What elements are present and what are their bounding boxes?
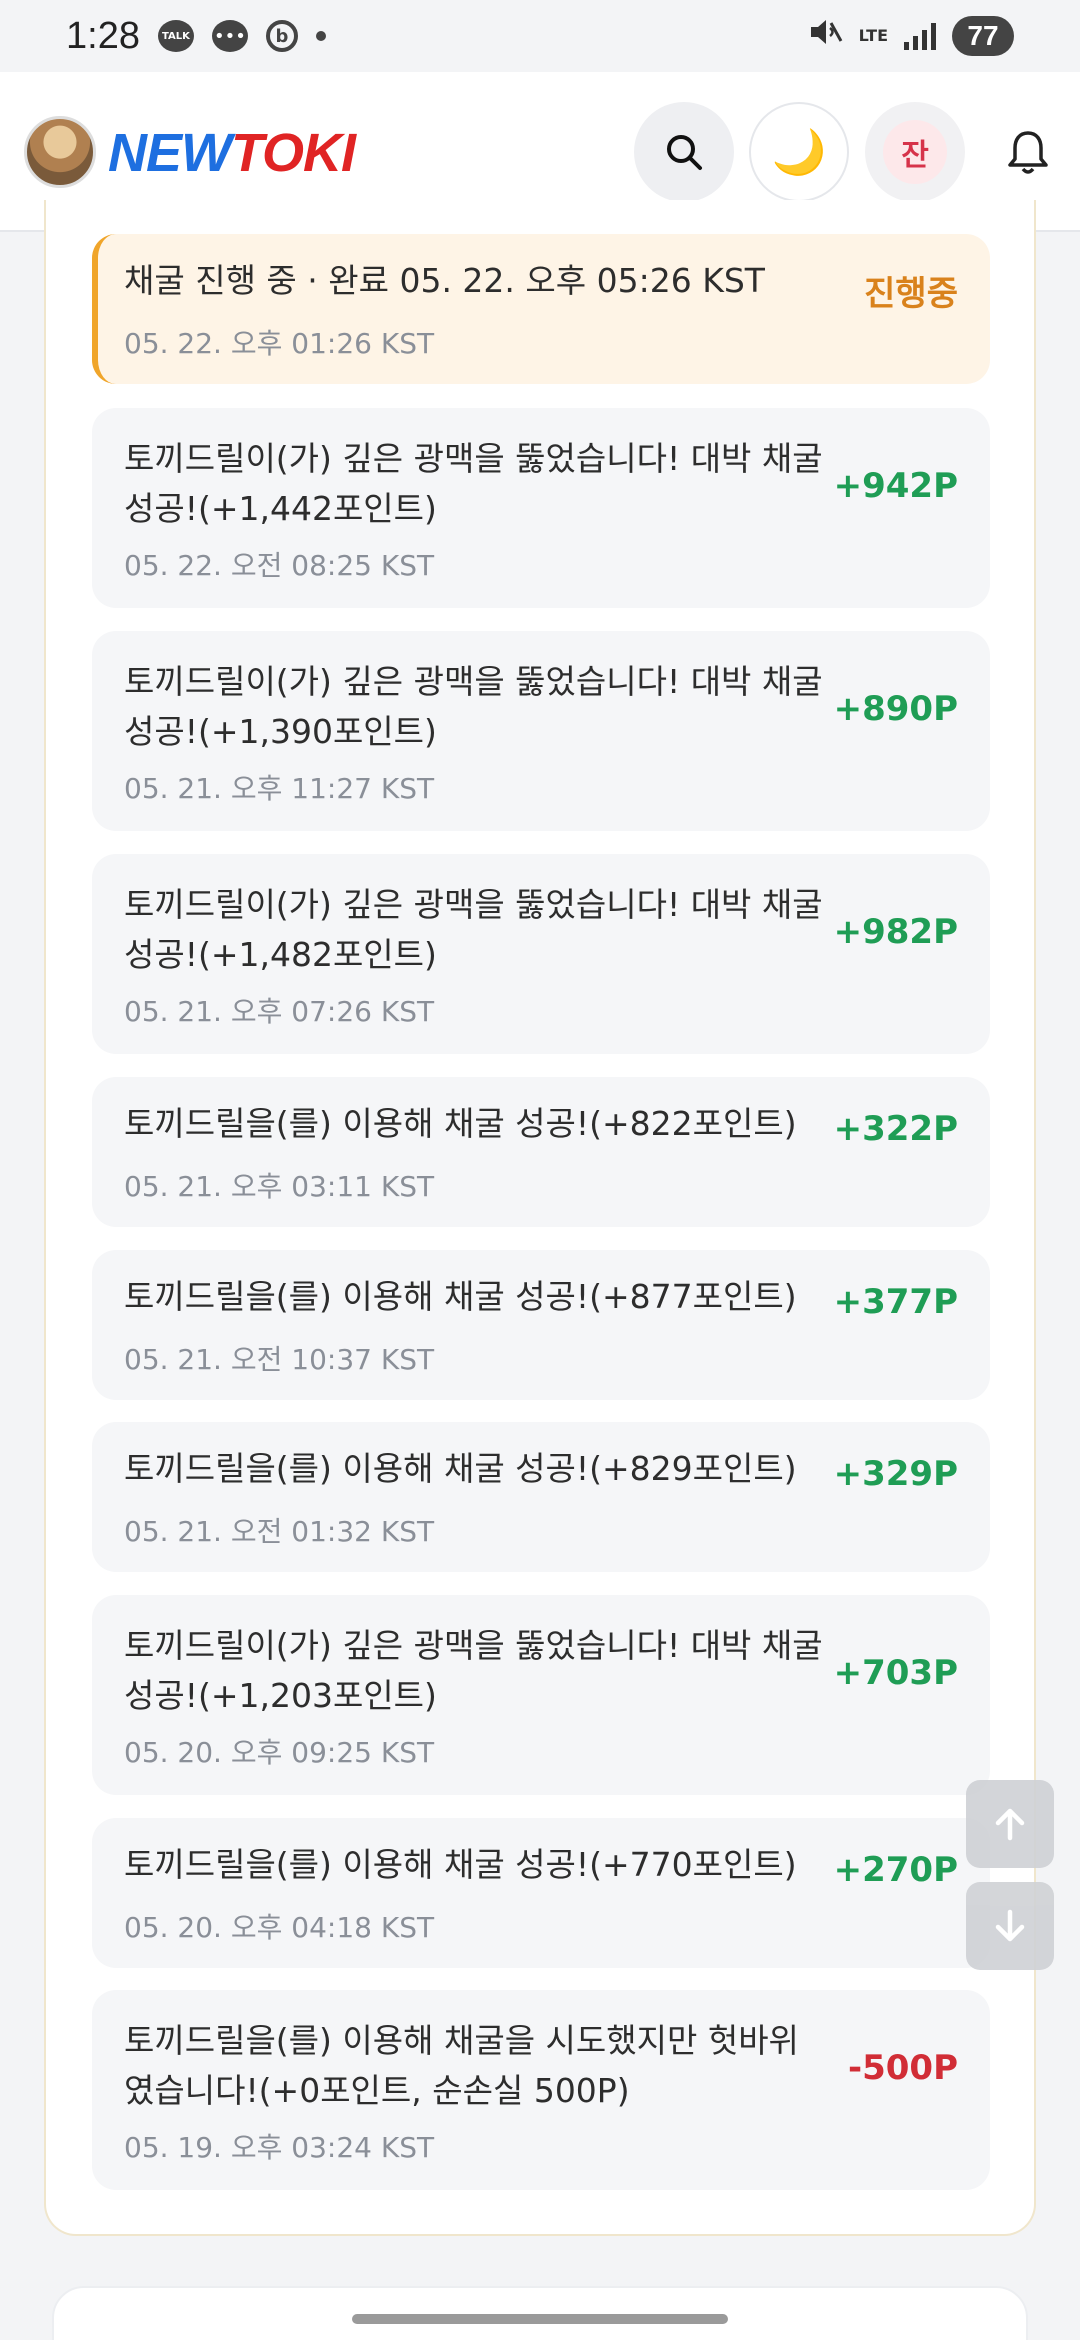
mute-icon: [809, 17, 843, 55]
status-time: 1:28: [66, 14, 140, 57]
search-button[interactable]: [634, 102, 734, 202]
mining-history-item: 토끼드릴을(를) 이용해 채굴 성공!(+770포인트) 05. 20. 오후 0…: [92, 1818, 990, 1968]
mining-history-item: 토끼드릴이(가) 깊은 광맥을 뚫었습니다! 대박 채굴 성공!(+1,442포…: [92, 408, 990, 608]
mining-history-item: 토끼드릴이(가) 깊은 광맥을 뚫었습니다! 대박 채굴 성공!(+1,482포…: [92, 854, 990, 1054]
band-icon: b: [265, 20, 298, 52]
point-amount: +322P: [833, 1109, 958, 1149]
history-item-title: 토끼드릴을(를) 이용해 채굴 성공!(+822포인트): [124, 1104, 797, 1143]
history-item-title: 토끼드릴을(를) 이용해 채굴 성공!(+770포인트): [124, 1845, 797, 1884]
point-amount: +329P: [833, 1454, 958, 1494]
arrow-down-icon: [995, 1909, 1025, 1942]
scroll-bottom-button[interactable]: [966, 1882, 1054, 1970]
history-item-date: 05. 21. 오전 01:32 KST: [124, 1515, 435, 1548]
point-amount: +890P: [833, 689, 958, 729]
balance-label: 잔: [883, 120, 947, 184]
signal-icon: [904, 22, 936, 50]
arrow-up-icon: [995, 1808, 1025, 1841]
history-item-title: 채굴 진행 중 · 완료 05. 22. 오후 05:26 KST: [124, 261, 765, 300]
network-type: LTE: [858, 26, 888, 45]
history-item-title: 토끼드릴을(를) 이용해 채굴 성공!(+877포인트): [124, 1277, 797, 1316]
point-amount: +982P: [833, 912, 958, 952]
kakaotalk-icon: TALK: [157, 20, 194, 52]
scroll-top-button[interactable]: [966, 1780, 1054, 1868]
logo-toki: TOKI: [230, 123, 356, 183]
notification-button[interactable]: [978, 102, 1078, 202]
logo-avatar-icon[interactable]: [24, 116, 96, 188]
history-item-date: 05. 22. 오전 08:25 KST: [124, 549, 435, 582]
mining-history-card: 채굴 진행 중 · 완료 05. 22. 오후 05:26 KST 05. 22.…: [44, 200, 1036, 2236]
history-item-title: 토끼드릴이(가) 깊은 광맥을 뚫었습니다! 대박 채굴 성공!(+1,203포…: [124, 1626, 823, 1715]
history-item-title: 토끼드릴이(가) 깊은 광맥을 뚫었습니다! 대박 채굴 성공!(+1,442포…: [124, 439, 823, 528]
dark-mode-toggle[interactable]: 🌙: [749, 102, 849, 202]
bell-icon: [1008, 131, 1048, 174]
logo-new: NEW: [108, 123, 232, 183]
mining-history-item: 토끼드릴을(를) 이용해 채굴 성공!(+829포인트) 05. 21. 오전 0…: [92, 1422, 990, 1572]
history-item-date: 05. 21. 오후 07:26 KST: [124, 995, 435, 1028]
history-item-date: 05. 21. 오후 03:11 KST: [124, 1170, 435, 1203]
status-left: 1:28 TALK ••• b: [66, 15, 326, 58]
history-item-date: 05. 22. 오후 01:26 KST: [124, 327, 435, 360]
history-item-date: 05. 19. 오후 03:24 KST: [124, 2131, 435, 2164]
point-amount: +703P: [833, 1653, 958, 1693]
battery-level: 77: [952, 16, 1014, 56]
balance-button[interactable]: 잔: [865, 102, 965, 202]
mining-progress-item: 채굴 진행 중 · 완료 05. 22. 오후 05:26 KST 05. 22.…: [92, 234, 990, 384]
gesture-nav-bar[interactable]: [352, 2314, 728, 2324]
status-bar: 1:28 TALK ••• b LTE 77: [0, 0, 1080, 72]
point-amount: +270P: [833, 1850, 958, 1890]
history-item-date: 05. 20. 오후 04:18 KST: [124, 1911, 435, 1944]
status-right: LTE 77: [809, 16, 1014, 56]
site-logo[interactable]: NEWTOKI: [108, 122, 356, 184]
point-amount: +942P: [833, 466, 958, 506]
search-icon: [667, 135, 702, 170]
point-amount: +377P: [833, 1282, 958, 1322]
history-item-title: 토끼드릴을(를) 이용해 채굴을 시도했지만 헛바위였습니다!(+0포인트, 순…: [124, 2021, 799, 2110]
history-item-date: 05. 21. 오후 11:27 KST: [124, 772, 435, 805]
mining-history-item: 토끼드릴을(를) 이용해 채굴 성공!(+877포인트) 05. 21. 오전 1…: [92, 1250, 990, 1400]
next-section-card: [52, 2286, 1028, 2340]
history-item-title: 토끼드릴이(가) 깊은 광맥을 뚫었습니다! 대박 채굴 성공!(+1,482포…: [124, 885, 823, 974]
history-item-title: 토끼드릴이(가) 깊은 광맥을 뚫었습니다! 대박 채굴 성공!(+1,390포…: [124, 662, 823, 751]
chat-icon: •••: [211, 20, 248, 52]
mining-history-item: 토끼드릴이(가) 깊은 광맥을 뚫었습니다! 대박 채굴 성공!(+1,390포…: [92, 631, 990, 831]
mining-history-item: 토끼드릴을(를) 이용해 채굴 성공!(+822포인트) 05. 21. 오후 0…: [92, 1077, 990, 1227]
history-item-title: 토끼드릴을(를) 이용해 채굴 성공!(+829포인트): [124, 1449, 797, 1488]
status-badge: 진행중: [864, 274, 958, 314]
more-notifications-dot-icon: [315, 31, 326, 41]
mining-history-item: 토끼드릴을(를) 이용해 채굴을 시도했지만 헛바위였습니다!(+0포인트, 순…: [92, 1990, 990, 2190]
history-item-date: 05. 21. 오전 10:37 KST: [124, 1343, 435, 1376]
history-item-date: 05. 20. 오후 09:25 KST: [124, 1736, 435, 1769]
point-amount: -500P: [847, 2048, 958, 2088]
moon-icon: 🌙: [771, 127, 827, 178]
mining-history-item: 토끼드릴이(가) 깊은 광맥을 뚫었습니다! 대박 채굴 성공!(+1,203포…: [92, 1595, 990, 1795]
